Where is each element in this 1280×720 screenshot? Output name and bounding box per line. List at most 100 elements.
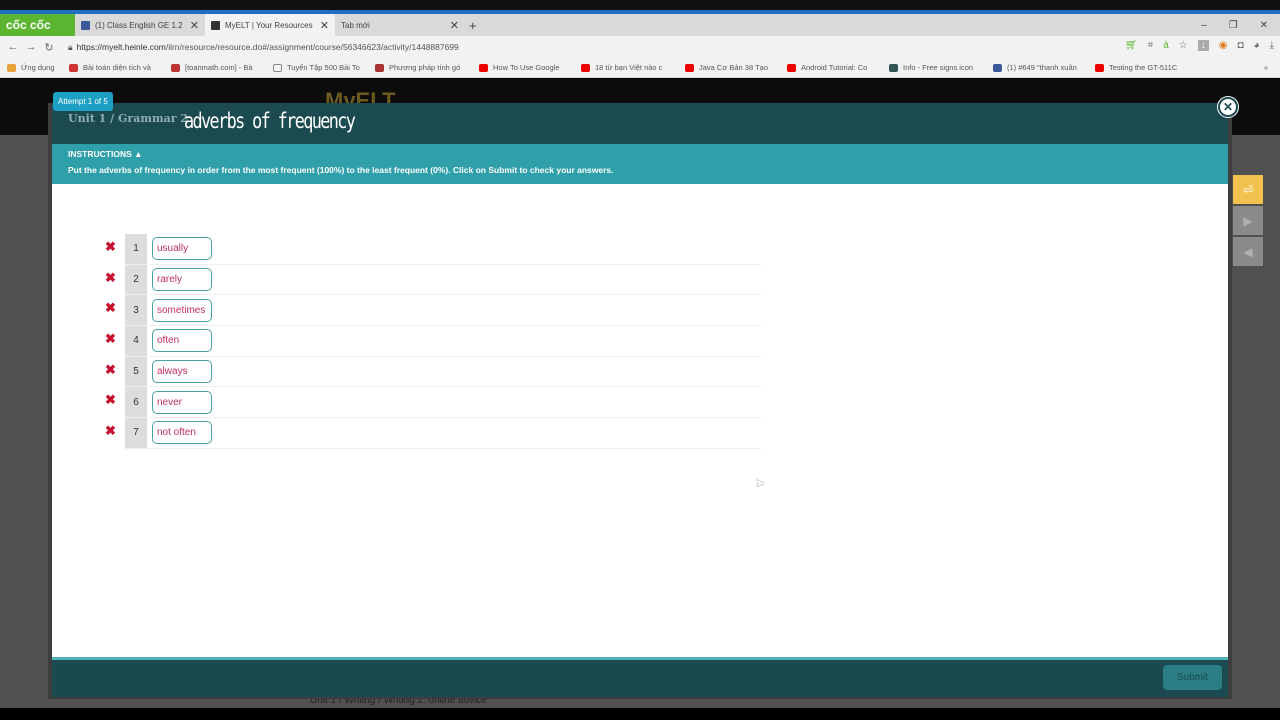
tab-new[interactable]: Tab mới ✕: [335, 14, 465, 36]
tab-class-english[interactable]: (1) Class English GE 1.2 ✕: [75, 14, 205, 36]
activity-title: adverbs of frequency: [184, 109, 356, 133]
side-tools: ⏎ ▶ ◀: [1233, 175, 1263, 268]
url-host: https://myelt.heinle.com: [76, 42, 166, 52]
bookmark[interactable]: Java Cơ Bản 38 Tạo: [678, 63, 780, 72]
modal-footer: [52, 657, 1228, 697]
bookmark-label: (1) #649 "thanh xuân: [1007, 63, 1077, 72]
bookmark-label: [toanmath.com] - Bà: [185, 63, 253, 72]
item-number: 2: [125, 264, 147, 295]
item-number: 1: [125, 234, 147, 264]
close-tab-icon[interactable]: ✕: [190, 19, 199, 32]
download-icon[interactable]: ⤓: [1270, 40, 1274, 51]
tab-label: MyELT | Your Resources: [225, 20, 313, 30]
close-tab-icon[interactable]: ✕: [320, 19, 329, 32]
bookmark-label: Bài toán diện tích và: [83, 63, 151, 72]
bookmark-label: Ứng dụng: [21, 63, 55, 72]
mouse-cursor-icon: ➤: [755, 476, 766, 490]
bookmark[interactable]: Tuyển Tập 500 Bài To: [266, 63, 368, 72]
new-tab-icon[interactable]: +: [469, 18, 477, 33]
bookmark[interactable]: [toanmath.com] - Bà: [164, 63, 266, 72]
forward-icon[interactable]: →: [22, 41, 40, 53]
list-item: ✖ 1 usually: [105, 234, 761, 265]
wrong-icon: ✖: [105, 392, 116, 408]
bookmark-label: Info - Free signs icon: [903, 63, 974, 72]
bookmark-apps[interactable]: Ứng dụng: [0, 63, 62, 72]
list-item: ✖ 4 often: [105, 326, 761, 357]
cart-icon[interactable]: 🛒︎: [1125, 40, 1138, 51]
next-button[interactable]: ▶: [1233, 206, 1263, 235]
bookmark-label: Phương pháp tính gó: [389, 63, 461, 72]
close-icon: ✕: [1222, 100, 1234, 114]
reload-icon[interactable]: ↻: [40, 41, 58, 54]
item-number: 3: [125, 295, 147, 326]
screen-bottom: [0, 708, 1280, 720]
bookmark[interactable]: Bài toán diện tích và: [62, 63, 164, 72]
facebook-icon: [81, 20, 90, 30]
bookmark[interactable]: 18 từ bạn Việt nào c: [574, 63, 678, 72]
bookmark[interactable]: Phương pháp tính gó: [368, 63, 472, 72]
browser-logo: cốc cốc: [0, 14, 75, 36]
draggable-word[interactable]: never: [152, 390, 212, 414]
wrong-icon: ✖: [105, 423, 116, 439]
myelt-favicon: [211, 20, 220, 30]
bookmark-label: 18 từ bạn Việt nào c: [595, 63, 663, 72]
back-icon[interactable]: ←: [4, 41, 22, 53]
download-icon[interactable]: ↓: [1197, 40, 1209, 51]
play-left-icon: ◀: [1243, 244, 1253, 259]
attempt-badge: Attempt 1 of 5: [53, 92, 113, 111]
address-bar: ← → ↻ 🔒︎ https://myelt.heinle.com/ilrn/r…: [0, 36, 1280, 58]
more-bookmarks-icon[interactable]: »: [1264, 63, 1280, 72]
wrong-icon: ✖: [105, 239, 116, 254]
url-input[interactable]: https://myelt.heinle.com/ilrn/resource/r…: [77, 42, 459, 52]
instructions-text: Put the adverbs of frequency in order fr…: [68, 165, 614, 175]
pdf-icon: [171, 63, 180, 72]
youtube-icon: [581, 63, 590, 72]
draggable-word[interactable]: usually: [152, 237, 212, 261]
close-modal-button[interactable]: ✕: [1218, 97, 1238, 117]
return-icon: ⏎: [1242, 182, 1254, 197]
facebook-icon: [993, 63, 1002, 72]
restore-icon[interactable]: ❐: [1229, 20, 1238, 31]
site-icon: [375, 63, 384, 72]
draggable-word[interactable]: rarely: [152, 268, 212, 292]
extension-icon[interactable]: ◉: [1219, 40, 1228, 51]
tab-myelt[interactable]: MyELT | Your Resources ✕: [205, 14, 335, 36]
tab-strip: cốc cốc (1) Class English GE 1.2 ✕ MyELT …: [0, 14, 1280, 36]
wrong-icon: ✖: [105, 300, 116, 316]
minimize-icon[interactable]: –: [1201, 20, 1207, 31]
camera-icon[interactable]: ◘: [1237, 40, 1243, 51]
bookmark[interactable]: How To Use Google: [472, 63, 574, 72]
list-item: ✖ 2 rarely: [105, 264, 761, 296]
youtube-icon: [685, 63, 694, 72]
previous-button[interactable]: ◀: [1233, 237, 1263, 266]
item-number: 5: [125, 356, 147, 387]
close-tab-icon[interactable]: ✕: [450, 19, 459, 32]
bookmark[interactable]: Info - Free signs icon: [882, 63, 986, 72]
ordering-list: ✖ 1 usually ✖ 2 rarely ✖ 3 sometimes ✖ 4 often ✖ 5 alw…: [105, 234, 761, 449]
extension-icon[interactable]: à: [1163, 40, 1169, 51]
item-number: 4: [125, 326, 147, 356]
draggable-word[interactable]: always: [152, 360, 212, 384]
bookmark[interactable]: Testing the GT-511C: [1088, 63, 1188, 72]
play-right-icon: ▶: [1243, 213, 1253, 228]
lock-icon: 🔒︎: [68, 41, 73, 52]
account-icon[interactable]: ◕: [1254, 40, 1260, 51]
signs-icon: [889, 63, 898, 72]
instructions-toggle[interactable]: INSTRUCTIONS ▲: [68, 149, 1212, 159]
retry-button[interactable]: ⏎: [1233, 175, 1263, 204]
bookmark-label: Testing the GT-511C: [1109, 63, 1178, 72]
bookmark[interactable]: Android Tutorial: Co: [780, 63, 882, 72]
submit-button[interactable]: Submit: [1163, 665, 1222, 690]
translate-icon[interactable]: ⌗: [1148, 40, 1154, 51]
star-icon[interactable]: ☆: [1179, 40, 1188, 51]
youtube-icon: [1095, 63, 1104, 72]
draggable-word[interactable]: sometimes: [152, 298, 212, 322]
wrong-icon: ✖: [105, 331, 116, 347]
draggable-word[interactable]: often: [152, 329, 212, 353]
youtube-icon: [479, 63, 488, 72]
close-window-icon[interactable]: ✕: [1260, 20, 1268, 31]
bookmarks-bar: Ứng dụng Bài toán diện tích và [toanmath…: [0, 58, 1280, 78]
draggable-word[interactable]: not often: [152, 421, 212, 445]
instructions-panel: INSTRUCTIONS ▲ Put the adverbs of freque…: [52, 144, 1228, 184]
bookmark[interactable]: (1) #649 "thanh xuân: [986, 63, 1088, 72]
